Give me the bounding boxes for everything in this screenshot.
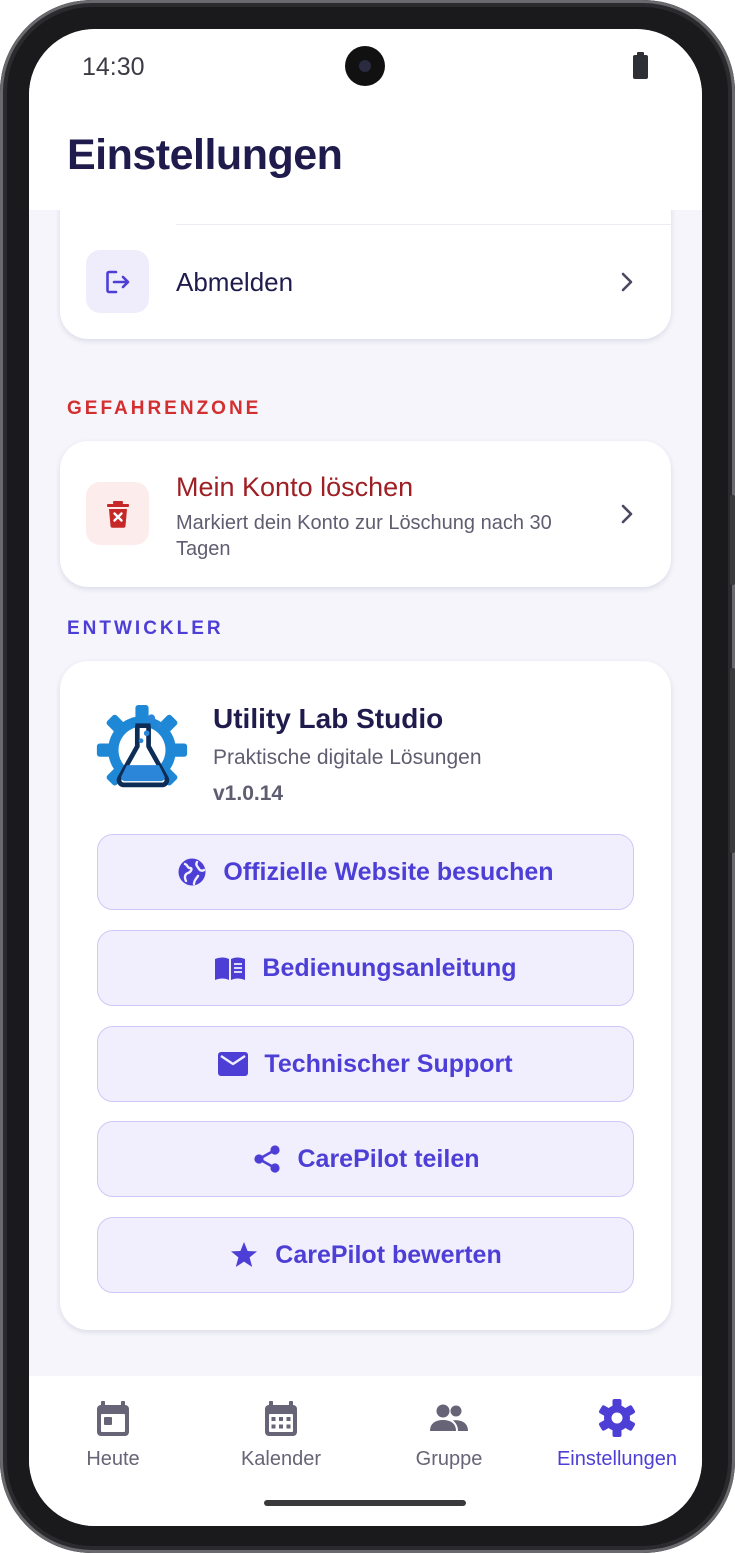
star-icon	[231, 1242, 258, 1267]
nav-label-gruppe: Gruppe	[415, 1448, 483, 1470]
rate-button[interactable]: CarePilot bewerten	[97, 1217, 634, 1293]
share-button-label: CarePilot teilen	[297, 1144, 480, 1173]
share-button[interactable]: CarePilot teilen	[97, 1121, 634, 1197]
manual-button-label: Bedienungsanleitung	[262, 953, 517, 982]
settings-scroll-area[interactable]: Abmelden GEFAHRENZONE Mein Konto löschen…	[29, 210, 702, 1376]
nav-label-einstellungen: Einstellungen	[556, 1448, 678, 1470]
screen: 14:30 Einstellungen Abmelden GEFAHRENZON…	[29, 29, 702, 1526]
developer-tagline: Praktische digitale Lösungen	[213, 746, 482, 769]
delete-account-subtitle: Markiert dein Konto zur Löschung nach 30…	[176, 512, 552, 560]
nav-item-einstellungen[interactable]: Einstellungen	[533, 1398, 701, 1478]
globe-icon	[178, 858, 206, 886]
volume-button	[730, 495, 735, 585]
logout-label: Abmelden	[176, 267, 294, 297]
rate-button-label: CarePilot bewerten	[275, 1240, 502, 1269]
home-indicator[interactable]	[264, 1500, 466, 1506]
status-time: 14:30	[82, 53, 145, 81]
nav-label-heute: Heute	[86, 1448, 140, 1470]
power-button	[730, 668, 735, 853]
today-icon	[97, 1401, 129, 1436]
manual-button[interactable]: Bedienungsanleitung	[97, 930, 634, 1006]
nav-label-kalender: Kalender	[240, 1448, 322, 1470]
utility-lab-logo	[96, 705, 188, 788]
account-card: Abmelden	[60, 210, 671, 339]
support-button-label: Technischer Support	[264, 1049, 513, 1078]
status-bar: 14:30	[29, 29, 702, 109]
calendar-icon	[265, 1401, 297, 1436]
mail-icon	[218, 1052, 249, 1076]
nav-item-gruppe[interactable]: Gruppe	[365, 1398, 533, 1478]
nav-item-kalender[interactable]: Kalender	[197, 1398, 365, 1478]
battery-icon	[633, 52, 648, 79]
danger-zone-label: GEFAHRENZONE	[67, 398, 262, 419]
website-button-label: Offizielle Website besuchen	[223, 857, 554, 886]
logout-row[interactable]: Abmelden	[60, 225, 671, 339]
website-button[interactable]: Offizielle Website besuchen	[97, 834, 634, 910]
delete-icon	[86, 482, 149, 545]
chevron-right-icon	[621, 504, 633, 524]
bottom-navigation: Heute Kalender Gruppe Einstellungen	[29, 1376, 702, 1526]
phone-frame: 14:30 Einstellungen Abmelden GEFAHRENZON…	[0, 0, 735, 1553]
delete-account-title: Mein Konto löschen	[176, 472, 414, 502]
logout-icon	[86, 250, 149, 313]
front-camera	[345, 46, 385, 86]
danger-zone-card: Mein Konto löschen Markiert dein Konto z…	[60, 441, 671, 587]
developer-section-label: ENTWICKLER	[67, 618, 224, 639]
developer-name: Utility Lab Studio	[213, 703, 444, 734]
group-icon	[430, 1404, 468, 1431]
share-icon	[253, 1145, 280, 1173]
app-header: Einstellungen	[29, 109, 702, 210]
nav-item-heute[interactable]: Heute	[29, 1398, 197, 1478]
chevron-right-icon	[621, 272, 633, 292]
book-icon	[215, 957, 246, 980]
developer-card: Utility Lab Studio Praktische digitale L…	[60, 661, 671, 1330]
support-button[interactable]: Technischer Support	[97, 1026, 634, 1102]
settings-icon	[599, 1399, 635, 1437]
app-version: v1.0.14	[213, 782, 284, 805]
page-title: Einstellungen	[67, 131, 343, 179]
delete-account-row[interactable]: Mein Konto löschen Markiert dein Konto z…	[60, 441, 671, 587]
